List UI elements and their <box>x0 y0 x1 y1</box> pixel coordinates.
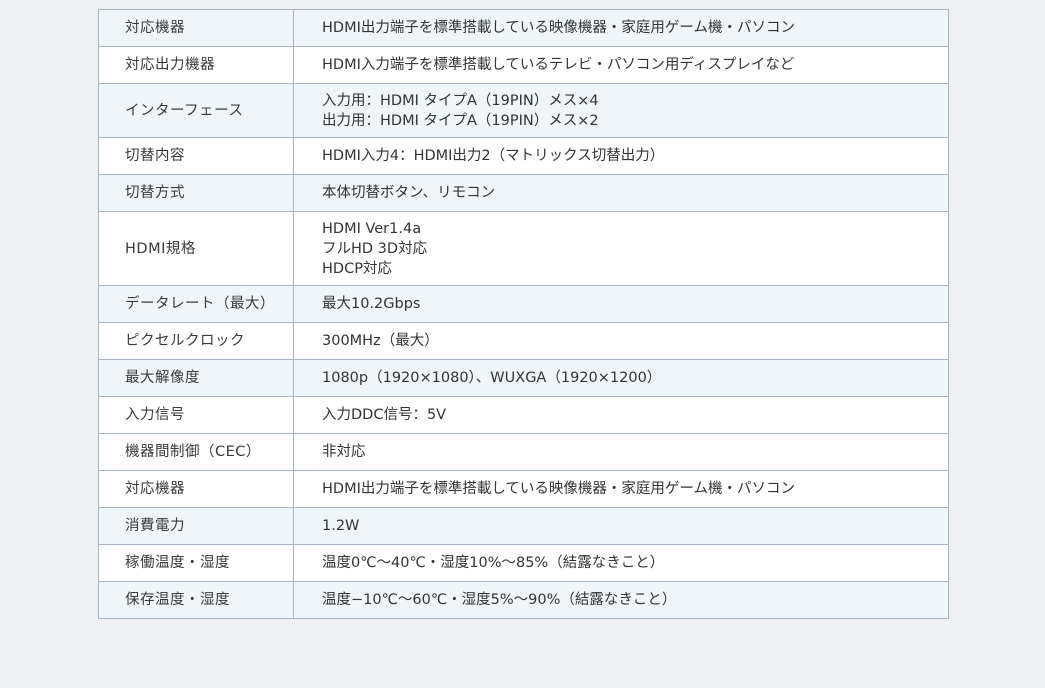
spec-value: 300MHz（最大） <box>293 322 949 360</box>
spec-value: HDMI Ver1.4a フルHD 3D対応 HDCP対応 <box>293 211 949 286</box>
spec-value: 1080p（1920×1080）、WUXGA（1920×1200） <box>293 359 949 397</box>
spec-value: 温度−10℃～60℃・湿度5%～90%（結露なきこと） <box>293 581 949 619</box>
spec-value: 非対応 <box>293 433 949 471</box>
spec-label: 機器間制御（CEC） <box>98 433 294 471</box>
spec-label: 対応出力機器 <box>98 46 294 84</box>
spec-label: 切替内容 <box>98 137 294 175</box>
spec-label: 最大解像度 <box>98 359 294 397</box>
spec-value: HDMI入力端子を標準搭載しているテレビ・パソコン用ディスプレイなど <box>293 46 949 84</box>
spec-value-line: フルHD 3D対応 <box>322 240 428 257</box>
spec-value-line: 1.2W <box>322 518 360 534</box>
spec-value-line: HDMI入力4：HDMI出力2（マトリックス切替出力） <box>322 148 665 164</box>
spec-row: 稼働温度・湿度 温度0℃～40℃・湿度10%～85%（結露なきこと） <box>98 544 949 582</box>
spec-row: ピクセルクロック 300MHz（最大） <box>98 322 949 360</box>
spec-row: 対応機器 HDMI出力端子を標準搭載している映像機器・家庭用ゲーム機・パソコン <box>98 470 949 508</box>
spec-row: 入力信号 入力DDC信号：5V <box>98 396 949 434</box>
spec-value: HDMI入力4：HDMI出力2（マトリックス切替出力） <box>293 137 949 175</box>
spec-value: 温度0℃～40℃・湿度10%～85%（結露なきこと） <box>293 544 949 582</box>
spec-label: HDMI規格 <box>98 211 294 286</box>
spec-value-line: 最大10.2Gbps <box>322 296 421 312</box>
spec-label: 対応機器 <box>98 470 294 508</box>
spec-row: HDMI規格 HDMI Ver1.4a フルHD 3D対応 HDCP対応 <box>98 211 949 286</box>
spec-value: HDMI出力端子を標準搭載している映像機器・家庭用ゲーム機・パソコン <box>293 9 949 47</box>
spec-label: ピクセルクロック <box>98 322 294 360</box>
spec-value-line: 入力用：HDMI タイプA（19PIN）メス×4 <box>322 92 599 109</box>
spec-label: データレート（最大） <box>98 285 294 323</box>
spec-row: データレート（最大） 最大10.2Gbps <box>98 285 949 323</box>
spec-value: 1.2W <box>293 507 949 545</box>
spec-value-line: HDCP対応 <box>322 260 392 277</box>
spec-row: インターフェース 入力用：HDMI タイプA（19PIN）メス×4 出力用：HD… <box>98 83 949 138</box>
spec-row: 対応機器 HDMI出力端子を標準搭載している映像機器・家庭用ゲーム機・パソコン <box>98 9 949 47</box>
spec-label: 入力信号 <box>98 396 294 434</box>
spec-value-line: HDMI入力端子を標準搭載しているテレビ・パソコン用ディスプレイなど <box>322 57 795 73</box>
spec-row: 保存温度・湿度 温度−10℃～60℃・湿度5%～90%（結露なきこと） <box>98 581 949 619</box>
spec-value-line: 出力用：HDMI タイプA（19PIN）メス×2 <box>322 112 599 129</box>
spec-value: HDMI出力端子を標準搭載している映像機器・家庭用ゲーム機・パソコン <box>293 470 949 508</box>
spec-table-container: 対応機器 HDMI出力端子を標準搭載している映像機器・家庭用ゲーム機・パソコン … <box>98 9 949 619</box>
spec-row: 切替方式 本体切替ボタン、リモコン <box>98 174 949 212</box>
spec-value-line: 非対応 <box>322 444 366 460</box>
spec-value: 最大10.2Gbps <box>293 285 949 323</box>
spec-label: 対応機器 <box>98 9 294 47</box>
spec-value-line: HDMI出力端子を標準搭載している映像機器・家庭用ゲーム機・パソコン <box>322 481 795 497</box>
spec-value: 入力用：HDMI タイプA（19PIN）メス×4 出力用：HDMI タイプA（1… <box>293 83 949 138</box>
spec-value-line: HDMI Ver1.4a <box>322 220 422 237</box>
spec-value-line: 入力DDC信号：5V <box>322 407 447 423</box>
spec-row: 最大解像度 1080p（1920×1080）、WUXGA（1920×1200） <box>98 359 949 397</box>
spec-value-line: 300MHz（最大） <box>322 333 439 349</box>
spec-label: 切替方式 <box>98 174 294 212</box>
spec-row: 消費電力 1.2W <box>98 507 949 545</box>
spec-label: 稼働温度・湿度 <box>98 544 294 582</box>
spec-value-line: 1080p（1920×1080）、WUXGA（1920×1200） <box>322 370 662 386</box>
spec-value-line: 温度−10℃～60℃・湿度5%～90%（結露なきこと） <box>322 592 677 608</box>
spec-label: 消費電力 <box>98 507 294 545</box>
spec-value: 本体切替ボタン、リモコン <box>293 174 949 212</box>
spec-table: 対応機器 HDMI出力端子を標準搭載している映像機器・家庭用ゲーム機・パソコン … <box>98 9 949 619</box>
spec-value-line: 温度0℃～40℃・湿度10%～85%（結露なきこと） <box>322 555 665 571</box>
spec-value: 入力DDC信号：5V <box>293 396 949 434</box>
spec-row: 対応出力機器 HDMI入力端子を標準搭載しているテレビ・パソコン用ディスプレイな… <box>98 46 949 84</box>
spec-label: 保存温度・湿度 <box>98 581 294 619</box>
spec-value-line: HDMI出力端子を標準搭載している映像機器・家庭用ゲーム機・パソコン <box>322 20 795 36</box>
spec-value-line: 本体切替ボタン、リモコン <box>322 185 496 201</box>
spec-row: 機器間制御（CEC） 非対応 <box>98 433 949 471</box>
spec-row: 切替内容 HDMI入力4：HDMI出力2（マトリックス切替出力） <box>98 137 949 175</box>
spec-label: インターフェース <box>98 83 294 138</box>
